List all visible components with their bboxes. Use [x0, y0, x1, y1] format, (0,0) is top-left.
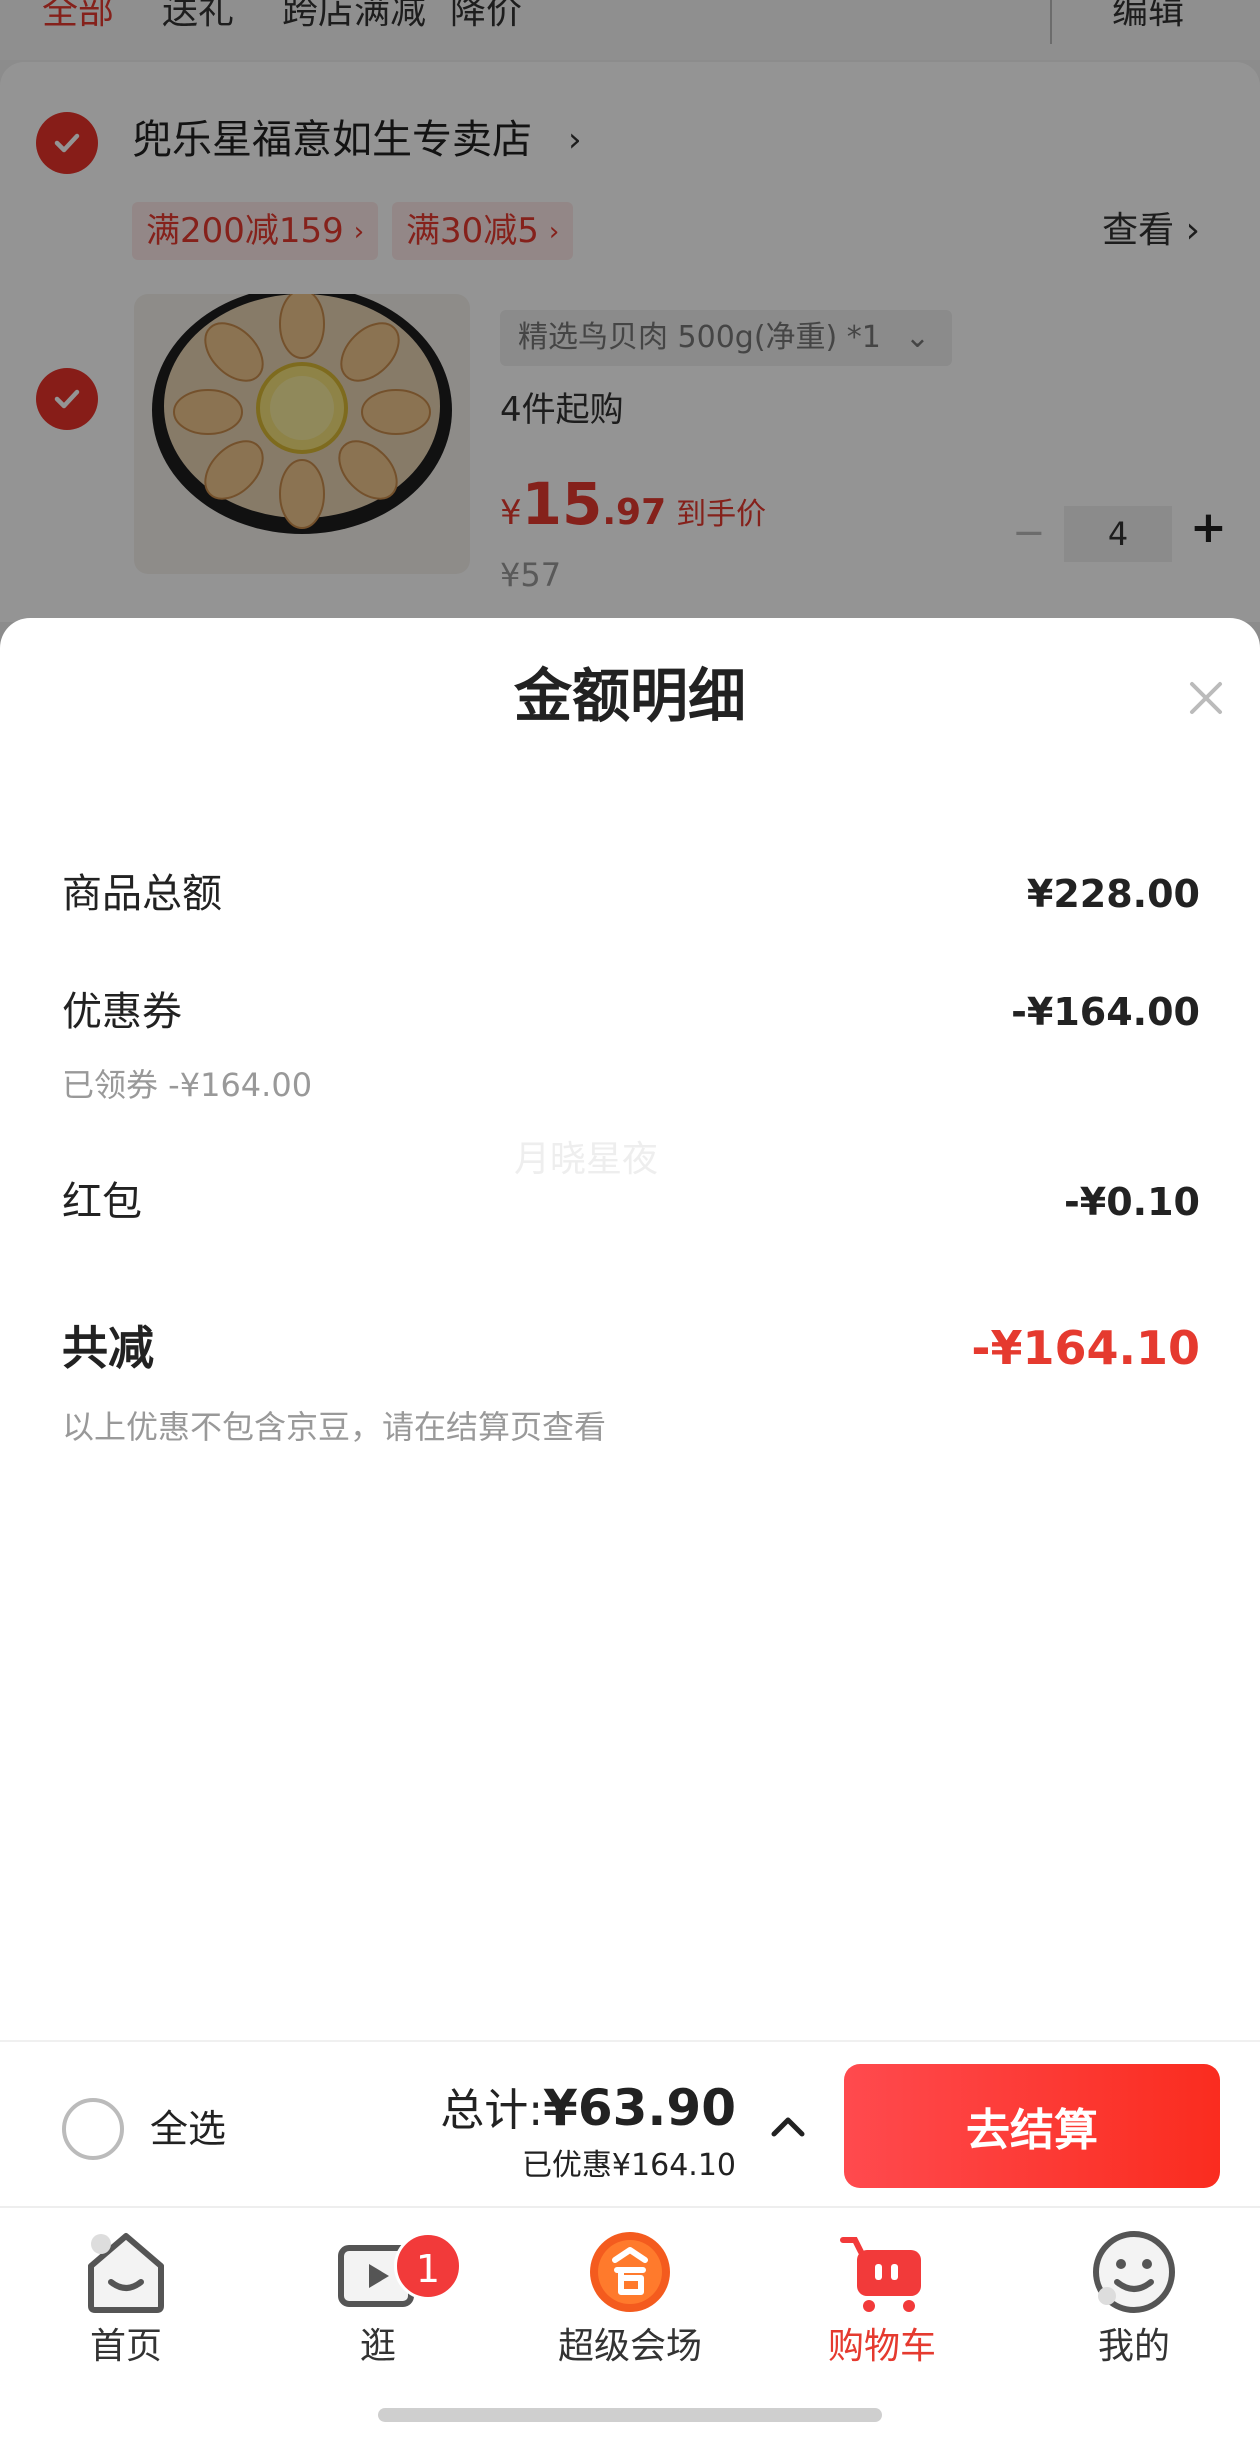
red-packet-label: 红包	[62, 1179, 142, 1225]
sheet-title: 金额明细	[513, 662, 746, 730]
total-value: ¥63.90	[543, 2079, 736, 2137]
watermark: 月晓星夜	[514, 1139, 659, 1180]
checkout-button[interactable]: 去结算	[844, 2064, 1220, 2188]
total-discount-value: -¥164.10	[971, 1321, 1200, 1375]
tabbar-label-super-venue: 超级会场	[557, 2326, 702, 2367]
tabbar-item-browse[interactable]: 1 逛	[278, 2226, 478, 2396]
tabbar-item-home[interactable]: 首页	[26, 2226, 226, 2396]
coupon-value: -¥164.00	[1011, 990, 1200, 1034]
discount-note: 以上优惠不包含京豆，请在结算页查看	[62, 1408, 607, 1446]
cart-icon	[840, 2237, 921, 2312]
select-all-label[interactable]: 全选	[150, 2102, 226, 2156]
notification-badge: 1	[394, 2232, 462, 2300]
super-venue-icon	[590, 2232, 670, 2312]
tabbar-item-super-venue[interactable]: 超级会场	[530, 2226, 730, 2396]
coupon-claimed-note: 已领券 -¥164.00	[62, 1066, 313, 1104]
tabbar-label-cart: 购物车	[827, 2326, 936, 2367]
home-icon	[88, 2233, 164, 2313]
goods-total-value: ¥228.00	[1026, 872, 1200, 916]
red-packet-value: -¥0.10	[1064, 1180, 1200, 1224]
tabbar-item-cart[interactable]: 购物车	[782, 2226, 982, 2396]
tabbar-item-mine[interactable]: 我的	[1034, 2226, 1234, 2396]
select-all-radio[interactable]	[62, 2098, 124, 2160]
checkout-bar: 全选 总计:¥63.90 已优惠¥164.10 去结算	[0, 2040, 1260, 2206]
goods-total-label: 商品总额	[62, 871, 222, 917]
total-discount-label: 共减	[62, 1321, 154, 1375]
coupon-label: 优惠券	[62, 989, 182, 1035]
smiley-icon	[1093, 2231, 1175, 2313]
total-amount: 总计:¥63.90	[440, 2076, 736, 2152]
chevron-up-icon[interactable]	[770, 2114, 806, 2138]
total-label: 总计:	[440, 2085, 544, 2136]
tabbar-label-mine: 我的	[1097, 2326, 1170, 2367]
tabbar-label-browse: 逛	[359, 2326, 396, 2367]
tabbar-label-home: 首页	[89, 2326, 162, 2367]
home-indicator	[378, 2408, 882, 2422]
close-icon[interactable]	[1186, 678, 1226, 718]
saved-amount: 已优惠¥164.10	[521, 2148, 736, 2183]
